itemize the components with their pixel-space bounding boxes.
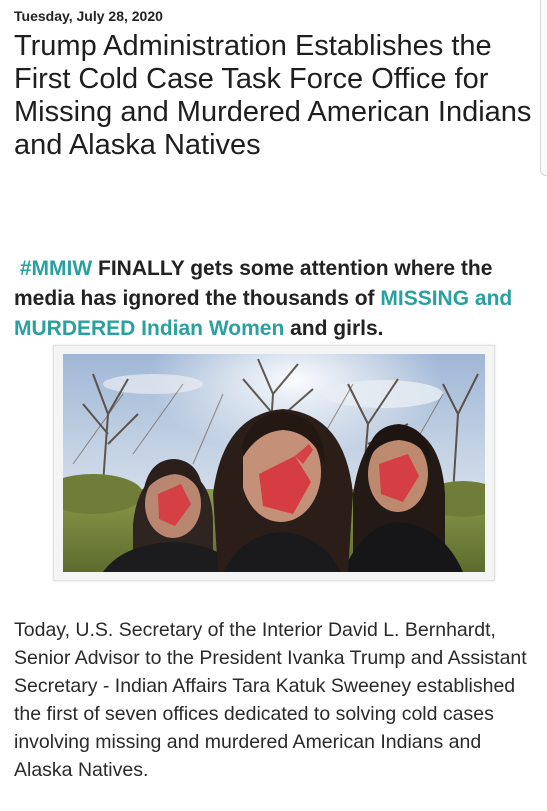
post-photo[interactable] — [63, 354, 485, 572]
post-date: Tuesday, July 28, 2020 — [14, 8, 163, 24]
photo-frame — [53, 345, 495, 581]
blog-post: Tuesday, July 28, 2020 Trump Administrat… — [0, 0, 547, 811]
scroll-edge — [540, 0, 547, 176]
post-body: Today, U.S. Secretary of the Interior Da… — [14, 619, 527, 781]
post-title[interactable]: Trump Administration Establishes the Fir… — [14, 30, 534, 162]
lead-paragraph: #MMIW FINALLY gets some attention where … — [14, 254, 542, 344]
photo-image — [63, 354, 485, 572]
hashtag-link[interactable]: #MMIW — [20, 257, 92, 280]
lead-text-2: and girls. — [284, 317, 384, 340]
